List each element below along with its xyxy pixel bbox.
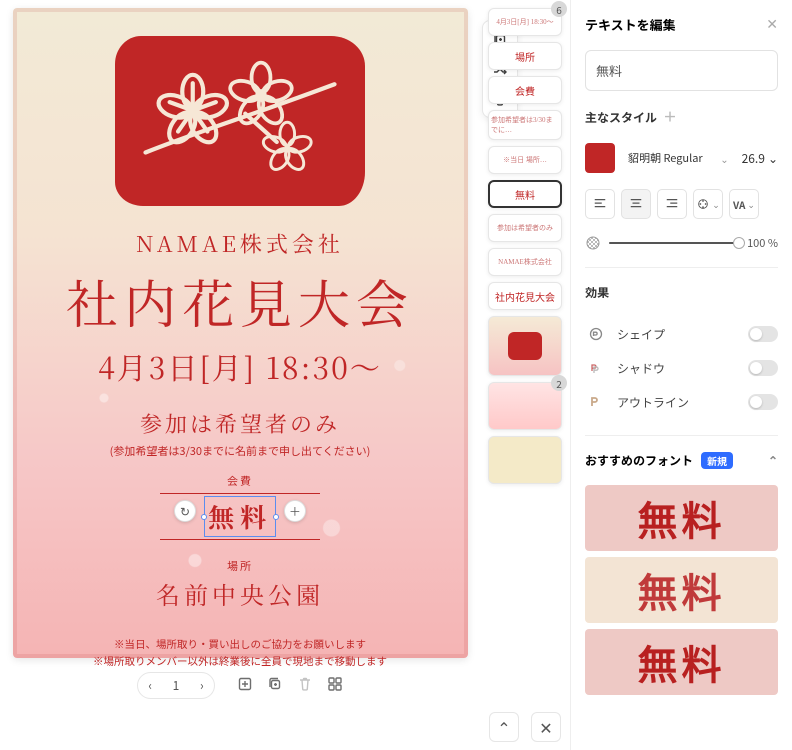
recommended-font-item[interactable]: 無料 xyxy=(585,629,778,695)
layer-item[interactable]: 参加希望者は3/30までに… xyxy=(488,110,562,140)
layer-item[interactable]: ※当日 場所… xyxy=(488,146,562,174)
chevron-down-icon: ⌄ xyxy=(768,150,778,167)
add-handle[interactable]: ＋ xyxy=(284,500,306,522)
font-name-label: 貂明朝 Regular xyxy=(628,150,703,166)
design-canvas[interactable]: NAMAE株式会社 社内花見大会 4月3日[月] 18:30〜 参加は希望者のみ… xyxy=(13,8,468,658)
place-text[interactable]: 名前中央公園 xyxy=(156,576,324,611)
effect-icon xyxy=(585,391,607,413)
recommended-font-item[interactable]: 無料 xyxy=(585,485,778,551)
title-text[interactable]: 社内花見大会 xyxy=(66,263,414,338)
datetime-text[interactable]: 4月3日[月] 18:30〜 xyxy=(98,344,382,388)
recommended-font-item[interactable]: 無料 xyxy=(585,557,778,623)
footer-line-1[interactable]: ※当日、場所取り・買い出しのご協力をお願いします xyxy=(93,637,387,654)
flower-motif[interactable] xyxy=(115,36,365,206)
effect-row: シャドウ xyxy=(585,351,778,385)
layer-thumb-bg2[interactable] xyxy=(488,436,562,484)
side-panel: テキストを編集 ✕ 無料 主なスタイル ＋ 貂明朝 Regular ⌄ 26.9… xyxy=(570,0,792,750)
company-text[interactable]: NAMAE株式会社 xyxy=(136,228,344,259)
recommended-label: おすすめのフォント xyxy=(585,452,693,469)
effects-label: 効果 xyxy=(585,284,609,301)
letter-spacing-button[interactable]: VA⌄ xyxy=(729,189,759,219)
delete-page-button xyxy=(297,676,313,696)
effect-row: シェイプ xyxy=(585,317,778,351)
color-swatch[interactable] xyxy=(585,143,615,173)
layer-item[interactable]: 社内花見大会 xyxy=(488,282,562,310)
main-style-label: 主なスタイル xyxy=(585,109,657,126)
font-size-value: 26.9 xyxy=(742,150,765,167)
effect-toggle[interactable] xyxy=(748,326,778,342)
font-select[interactable]: 貂明朝 Regular ⌄ xyxy=(623,143,734,173)
page-navigator: ‹ › xyxy=(137,672,214,699)
effect-name: シャドウ xyxy=(617,360,665,377)
collapse-layers-button[interactable]: ⌃ xyxy=(489,712,519,742)
flower-icon xyxy=(508,332,542,360)
divider xyxy=(160,539,320,540)
prev-page-button[interactable]: ‹ xyxy=(148,677,152,694)
add-page-button[interactable] xyxy=(237,676,253,696)
effect-row: アウトライン xyxy=(585,385,778,419)
opacity-icon xyxy=(585,235,601,251)
layer-item[interactable]: 参加は希望者のみ xyxy=(488,214,562,242)
page-bar: ‹ › xyxy=(137,672,342,699)
sub-text[interactable]: 参加は希望者のみ xyxy=(140,408,340,439)
collapse-recommended-button[interactable]: ⌃ xyxy=(768,452,778,469)
align-right-button[interactable] xyxy=(657,189,687,219)
opacity-value: 100 % xyxy=(747,235,778,251)
grid-view-button[interactable] xyxy=(327,676,343,696)
font-size-select[interactable]: 26.9 ⌄ xyxy=(742,150,778,167)
layer-count-badge: 2 xyxy=(551,375,567,391)
layer-item[interactable]: 場所 xyxy=(488,42,562,70)
layer-panel: 4月3日[月] 18:30〜6 場所会費参加希望者は3/30までに… ※当日 場所…… xyxy=(480,0,570,750)
text-content-input[interactable]: 無料 xyxy=(585,50,778,91)
page-number-input[interactable] xyxy=(162,677,190,694)
footer-line-2[interactable]: ※場所取りメンバー以外は終業後に全員で現地まで移動します xyxy=(93,654,387,671)
effect-icon xyxy=(585,357,607,379)
fee-text[interactable]: 無料 xyxy=(208,498,272,535)
close-panel-button[interactable]: ✕ xyxy=(766,14,778,34)
fee-label[interactable]: 会費 xyxy=(160,473,320,489)
layer-thumb-motif[interactable] xyxy=(488,316,562,376)
new-badge: 新規 xyxy=(701,452,733,469)
rotate-handle[interactable]: ↻ xyxy=(174,500,196,522)
effect-toggle[interactable] xyxy=(748,360,778,376)
close-layers-button[interactable]: ✕ xyxy=(531,712,561,742)
layer-count-badge: 6 xyxy=(551,1,567,17)
divider xyxy=(160,493,320,494)
panel-title: テキストを編集 xyxy=(585,15,676,34)
opacity-slider[interactable] xyxy=(609,242,739,244)
align-left-button[interactable] xyxy=(585,189,615,219)
add-style-button[interactable]: ＋ xyxy=(663,107,677,127)
align-center-button[interactable] xyxy=(621,189,651,219)
effect-toggle[interactable] xyxy=(748,394,778,410)
effect-name: アウトライン xyxy=(617,394,689,411)
more-options-button[interactable]: ⌄ xyxy=(693,189,723,219)
note-text[interactable]: (参加希望者は3/30までに名前まで申し出てください) xyxy=(110,443,371,459)
resize-handle-right[interactable] xyxy=(273,514,279,520)
duplicate-page-button[interactable] xyxy=(267,676,283,696)
next-page-button[interactable]: › xyxy=(200,677,204,694)
chevron-down-icon: ⌄ xyxy=(720,151,728,166)
place-label[interactable]: 場所 xyxy=(227,558,253,574)
effect-icon xyxy=(585,323,607,345)
resize-handle-left[interactable] xyxy=(201,514,207,520)
layer-thumb-bg1[interactable]: 2 xyxy=(488,382,562,430)
flower-icon xyxy=(135,36,345,206)
layer-item[interactable]: 会費 xyxy=(488,76,562,104)
layer-item[interactable]: NAMAE株式会社 xyxy=(488,248,562,276)
layer-item[interactable]: 4月3日[月] 18:30〜6 xyxy=(488,8,562,36)
effect-name: シェイプ xyxy=(617,326,665,343)
layer-item[interactable]: 無料 xyxy=(488,180,562,208)
